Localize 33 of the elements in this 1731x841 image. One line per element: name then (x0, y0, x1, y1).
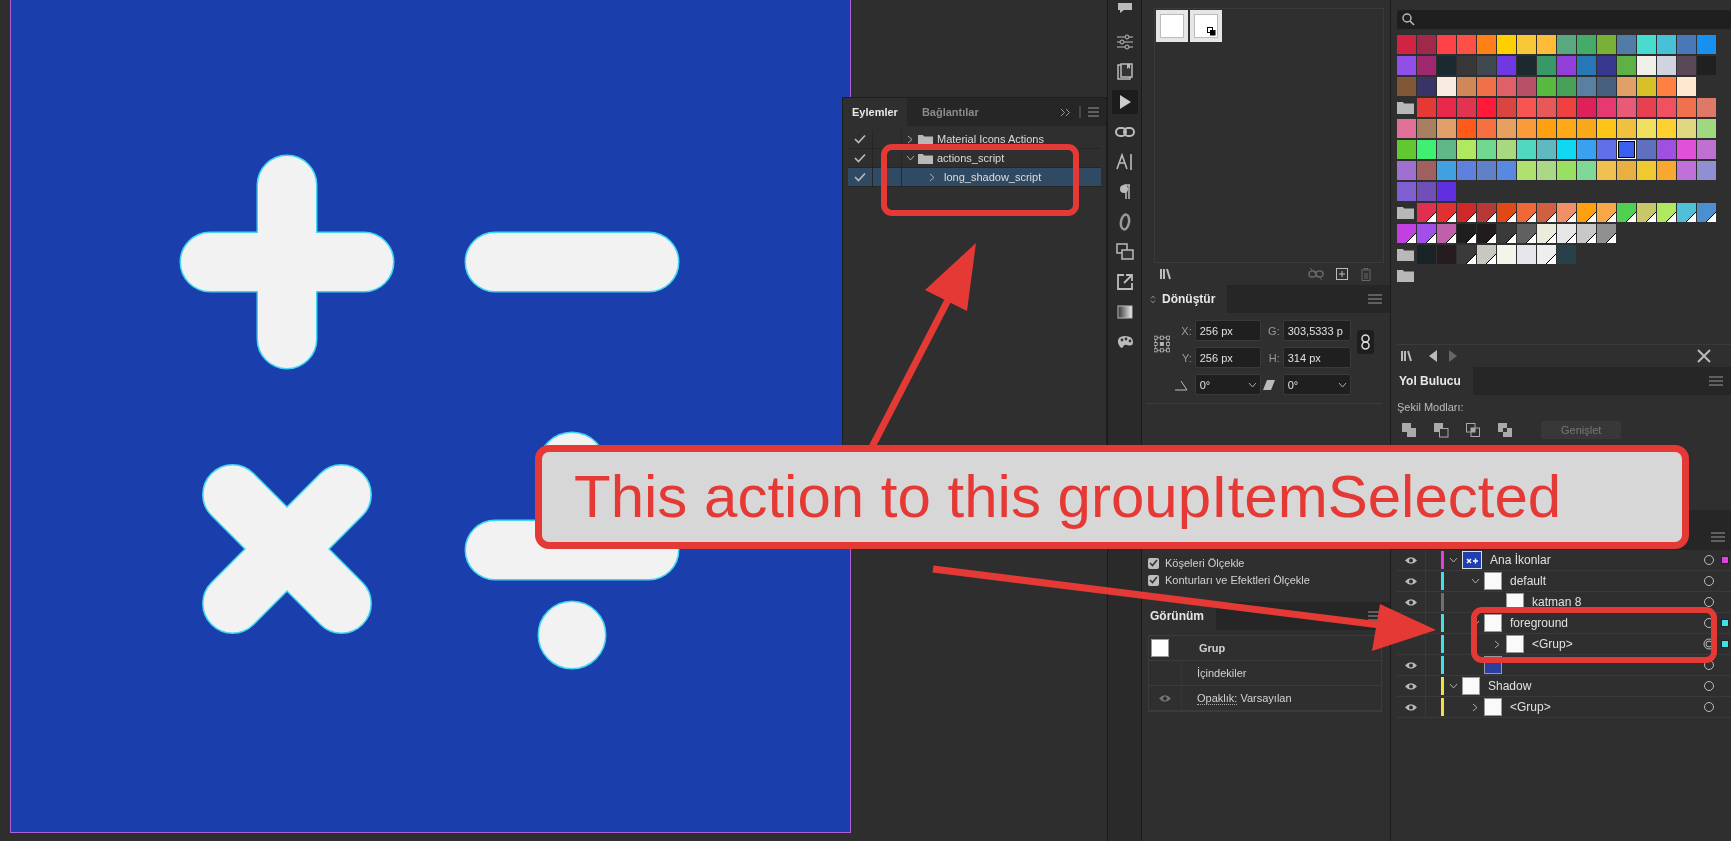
height-field[interactable]: 314 px (1282, 347, 1351, 368)
panel-tab[interactable]: Bağlantılar (912, 98, 988, 126)
contents-item[interactable]: İçindekiler (1197, 667, 1247, 679)
field-label: G: (1268, 324, 1280, 337)
annotation-callout: This action to this groupItemSelected (535, 445, 1689, 549)
panel-tab[interactable]: Dönüştür (1142, 285, 1228, 313)
checkbox-label: Konturları ve Efektleri Ölçekle (1165, 574, 1310, 586)
field-label: X: (1181, 324, 1192, 337)
panel-tab[interactable]: Eylemler (843, 98, 907, 126)
layer-name[interactable]: katman 8 (1532, 595, 1582, 609)
field-label: Y: (1181, 351, 1192, 364)
opacity-value: Varsayılan (1240, 692, 1292, 704)
layer-name[interactable]: Ana İkonlar (1490, 553, 1551, 567)
rotate-dropdown[interactable]: 0° (1194, 374, 1261, 395)
layer-name[interactable]: default (1510, 574, 1547, 588)
y-field[interactable]: 256 px (1194, 347, 1261, 368)
shear-dropdown[interactable]: 0° (1282, 374, 1351, 395)
action-name[interactable]: actions_script (937, 152, 1005, 164)
action-name[interactable]: Material Icons Actions (937, 133, 1044, 145)
checkbox-label: Köşeleri Ölçekle (1165, 557, 1245, 569)
object-type: Grup (1199, 642, 1226, 654)
layer-name[interactable]: foreground (1510, 616, 1569, 630)
layer-name[interactable]: <Grup> (1532, 637, 1573, 651)
width-field[interactable]: 303,5333 p (1282, 320, 1351, 341)
field-label: H: (1268, 351, 1280, 364)
layer-name[interactable]: Shadow (1488, 679, 1532, 693)
panel-title: Dönüştür (1162, 292, 1216, 306)
x-field[interactable]: 256 px (1194, 320, 1261, 341)
panel-tab[interactable]: Yol Bulucu (1391, 367, 1473, 395)
layer-name[interactable]: <Grup> (1510, 700, 1551, 714)
panel-tab[interactable]: Görünüm (1142, 602, 1216, 630)
opacity-link[interactable]: Opaklık: (1197, 692, 1238, 705)
section-label: Şekil Modları: (1397, 401, 1464, 413)
